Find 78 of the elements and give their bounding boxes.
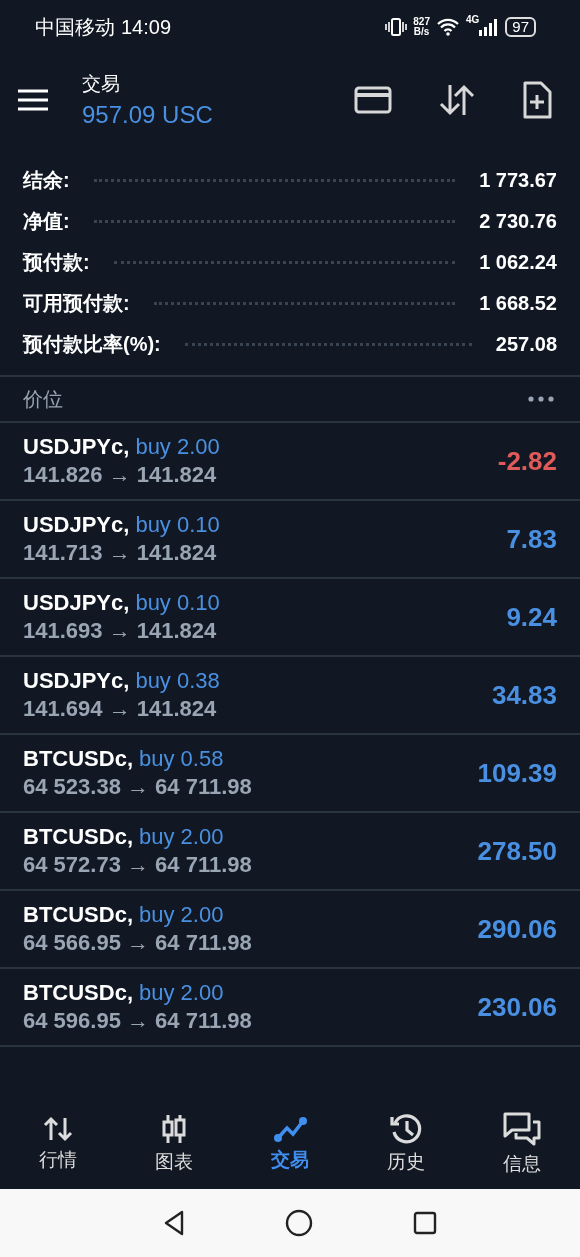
position-row[interactable]: BTCUSDc, buy 0.58 64 523.38 → 64 711.98 109.39 xyxy=(0,735,580,813)
position-symbol: BTCUSDc, xyxy=(23,980,133,1006)
position-symbol: BTCUSDc, xyxy=(23,824,133,850)
profit-value: 290.06 xyxy=(477,913,557,945)
price-change: 64 572.73 → 64 711.98 xyxy=(23,852,252,878)
profit-value: 278.50 xyxy=(477,835,557,867)
nav-tab[interactable]: 历史 xyxy=(348,1099,464,1189)
position-row[interactable]: BTCUSDc, buy 2.00 64 596.95 → 64 711.98 230.06 xyxy=(0,969,580,1047)
menu-icon[interactable] xyxy=(18,89,48,111)
summary-value: 257.08 xyxy=(495,333,557,356)
order-type: buy 0.58 xyxy=(139,746,224,772)
position-symbol: BTCUSDc, xyxy=(23,902,133,928)
line-chart-icon xyxy=(273,1115,307,1143)
card-icon[interactable] xyxy=(354,86,392,114)
clock: 14:09 xyxy=(121,15,172,39)
battery-indicator: 97 xyxy=(505,17,536,37)
summary-value: 1 062.24 xyxy=(479,251,557,274)
signal-icon xyxy=(479,18,500,36)
price-change: 141.694 → 141.824 xyxy=(23,696,218,722)
home-icon[interactable] xyxy=(285,1209,313,1237)
summary-value: 1 668.52 xyxy=(479,292,557,315)
back-icon[interactable] xyxy=(163,1210,185,1236)
price-change: 141.693 → 141.824 xyxy=(23,618,218,644)
profit-value: -2.82 xyxy=(497,445,557,477)
profit-value: 34.83 xyxy=(491,679,557,711)
order-type: buy 2.00 xyxy=(135,434,220,460)
summary-label: 预付款: xyxy=(23,250,90,275)
price-change: 141.713 → 141.824 xyxy=(23,540,218,566)
carrier-name: 中国移动 xyxy=(35,14,115,40)
nav-tab[interactable]: 行情 xyxy=(0,1099,116,1189)
new-document-icon[interactable] xyxy=(522,81,552,119)
profit-value: 7.83 xyxy=(506,523,557,555)
position-row[interactable]: USDJPYc, buy 0.10 141.693 → 141.824 9.24 xyxy=(0,579,580,657)
arrows-icon xyxy=(43,1115,73,1143)
profit-value: 109.39 xyxy=(477,757,557,789)
position-row[interactable]: USDJPYc, buy 0.38 141.694 → 141.824 34.83 xyxy=(0,657,580,735)
summary-label: 可用预付款: xyxy=(23,291,130,316)
position-symbol: USDJPYc, xyxy=(23,434,130,460)
profit-value: 230.06 xyxy=(477,991,557,1023)
price-change: 64 523.38 → 64 711.98 xyxy=(23,774,252,800)
order-type: buy 0.38 xyxy=(135,668,220,694)
order-type: buy 2.00 xyxy=(139,980,224,1006)
section-title: 价位 xyxy=(23,386,63,412)
summary-label: 结余: xyxy=(23,168,70,193)
chat-icon xyxy=(502,1111,542,1147)
position-symbol: BTCUSDc, xyxy=(23,746,133,772)
position-symbol: USDJPYc, xyxy=(23,668,130,694)
summary-value: 1 773.67 xyxy=(479,169,557,192)
summary-value: 2 730.76 xyxy=(479,210,557,233)
price-change: 141.826 → 141.824 xyxy=(23,462,218,488)
more-icon[interactable] xyxy=(528,396,554,402)
position-row[interactable]: USDJPYc, buy 0.10 141.713 → 141.824 7.83 xyxy=(0,501,580,579)
position-row[interactable]: BTCUSDc, buy 2.00 64 572.73 → 64 711.98 278.50 xyxy=(0,813,580,891)
recents-icon[interactable] xyxy=(413,1211,437,1235)
screen-title: 交易 xyxy=(82,72,121,96)
position-row[interactable]: BTCUSDc, buy 2.00 64 566.95 → 64 711.98 290.06 xyxy=(0,891,580,969)
order-type: buy 0.10 xyxy=(135,590,220,616)
summary-label: 净值: xyxy=(23,209,70,234)
account-balance: 957.09 USC xyxy=(82,101,213,129)
price-change: 64 566.95 → 64 711.98 xyxy=(23,930,252,956)
order-type: buy 0.10 xyxy=(135,512,220,538)
order-type: buy 2.00 xyxy=(139,824,224,850)
position-row[interactable]: USDJPYc, buy 2.00 141.826 → 141.824 -2.82 xyxy=(0,423,580,501)
profit-value: 9.24 xyxy=(506,601,557,633)
vibrate-icon xyxy=(385,17,408,37)
nav-tab[interactable]: 信息 xyxy=(464,1099,580,1189)
order-type: buy 2.00 xyxy=(139,902,224,928)
price-change: 64 596.95 → 64 711.98 xyxy=(23,1008,252,1034)
wifi-icon xyxy=(435,18,460,36)
nav-tab[interactable]: 交易 xyxy=(232,1099,348,1189)
summary-label: 预付款比率(%): xyxy=(23,332,161,357)
nav-tab[interactable]: 图表 xyxy=(116,1099,232,1189)
history-icon xyxy=(389,1113,423,1145)
position-symbol: USDJPYc, xyxy=(23,512,130,538)
network-speed: 827 B/s xyxy=(413,17,430,37)
position-symbol: USDJPYc, xyxy=(23,590,130,616)
network-type: 4G xyxy=(465,14,480,25)
sort-icon[interactable] xyxy=(438,83,476,117)
